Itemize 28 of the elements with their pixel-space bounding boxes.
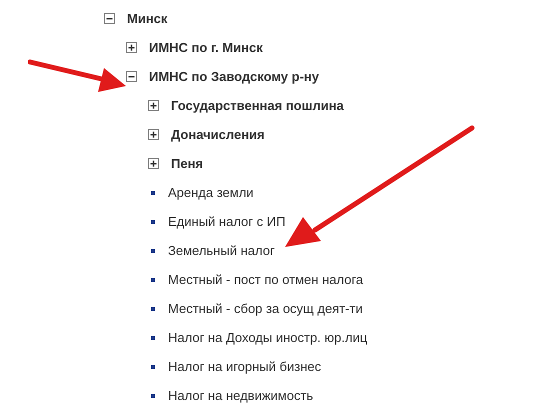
tree-item[interactable]: Доначисления <box>171 127 265 142</box>
expand-icon[interactable] <box>148 100 159 111</box>
bullet-icon <box>151 364 155 368</box>
collapse-icon[interactable] <box>126 71 137 82</box>
expand-icon[interactable] <box>148 158 159 169</box>
tree-item[interactable]: ИМНС по г. Минск <box>149 40 263 55</box>
tree-item[interactable]: Минск <box>127 11 168 26</box>
bullet-icon <box>151 394 155 398</box>
expand-icon[interactable] <box>148 129 159 140</box>
tree-item[interactable]: Налог на недвижимость <box>168 388 314 403</box>
expand-icon[interactable] <box>126 42 137 53</box>
tree-item[interactable]: Единый налог с ИП <box>168 214 286 229</box>
tree-item[interactable]: ИМНС по Заводскому р-ну <box>149 69 319 84</box>
tree-item[interactable]: Государственная пошлина <box>171 98 344 113</box>
tree-item[interactable]: Местный - сбор за осущ деят-ти <box>168 301 363 316</box>
tree-item[interactable]: Местный - пост по отмен налога <box>168 272 364 287</box>
tree-item[interactable]: Налог на Доходы иностр. юр.лиц <box>168 330 368 345</box>
tree-item[interactable]: Налог на игорный бизнес <box>168 359 322 374</box>
bullet-icon <box>151 190 155 194</box>
tree-item[interactable]: Земельный налог <box>168 243 275 258</box>
bullet-icon <box>151 306 155 310</box>
tree-item[interactable]: Аренда земли <box>168 185 254 200</box>
bullet-icon <box>151 336 155 340</box>
tree-item[interactable]: Пеня <box>171 156 204 171</box>
bullet-icon <box>151 220 155 224</box>
bullet-icon <box>151 248 155 252</box>
collapse-icon[interactable] <box>104 13 115 24</box>
bullet-icon <box>151 278 155 282</box>
